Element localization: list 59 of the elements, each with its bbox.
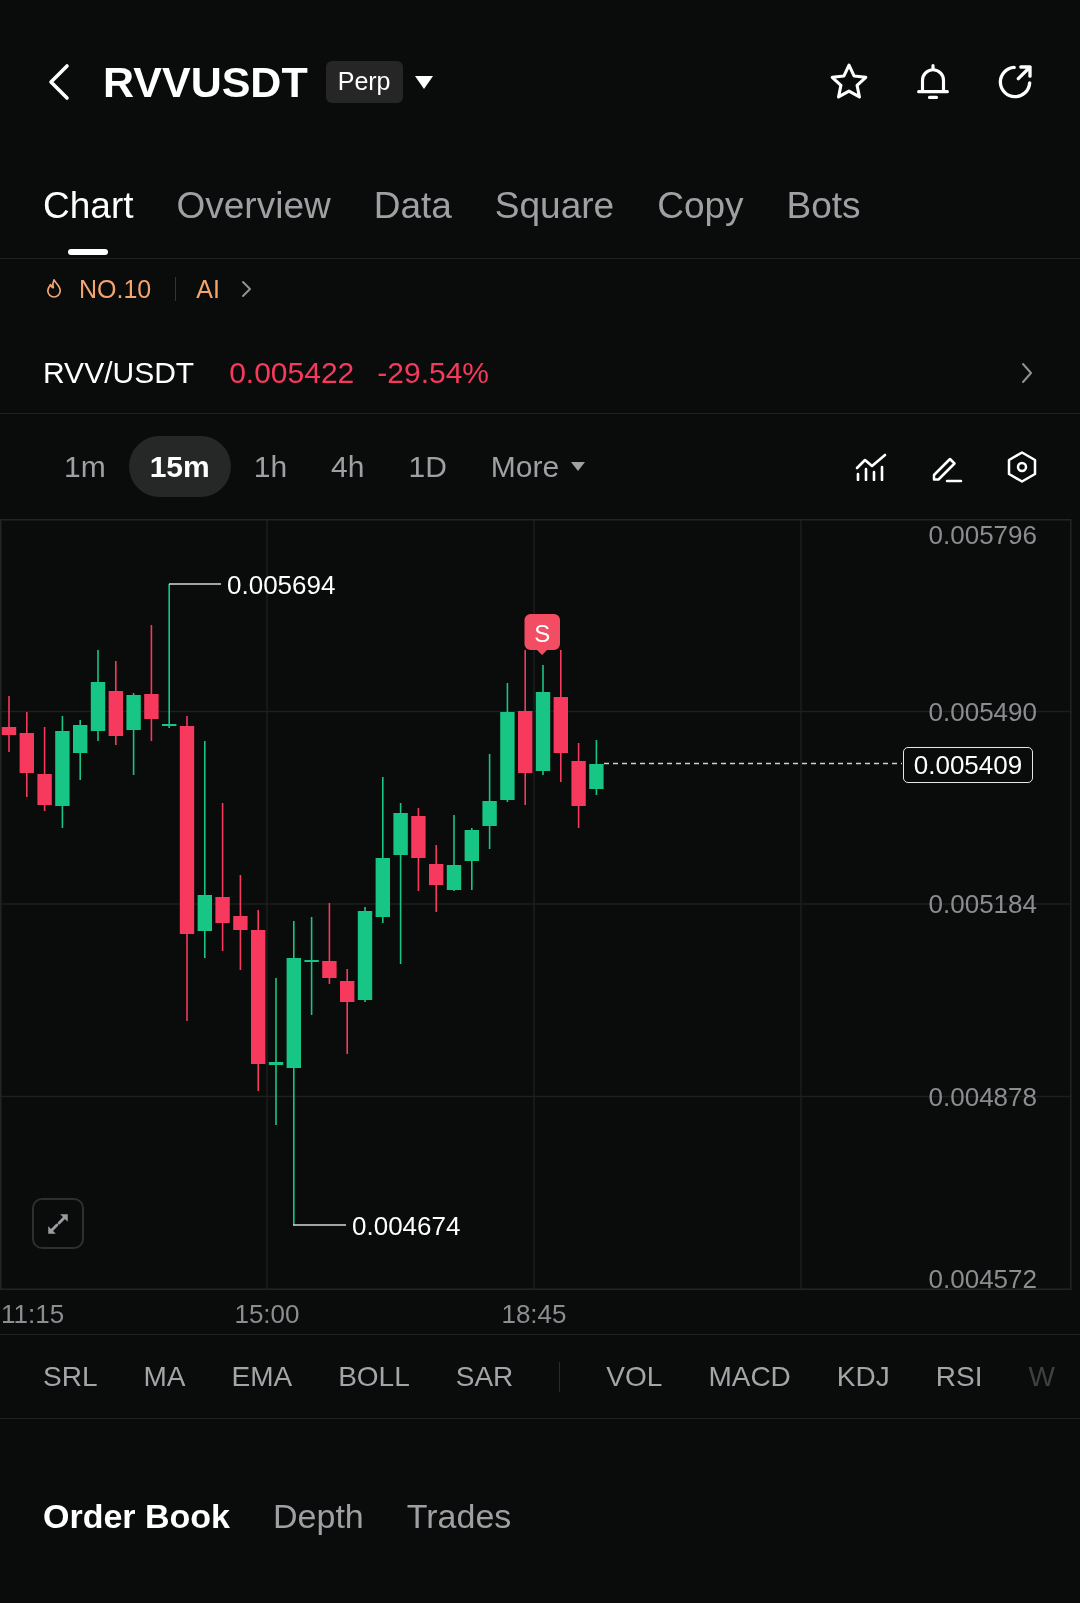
indicator-tab[interactable]: EMA <box>231 1362 293 1391</box>
leader-line <box>168 583 222 585</box>
indicator-tab[interactable]: VOL <box>606 1362 663 1391</box>
pair-title: RVVUSDT <box>103 60 308 104</box>
ranking-link[interactable]: NO.10 <box>45 276 152 302</box>
interval-tab[interactable]: 1D <box>387 436 468 497</box>
indicator-tab[interactable]: KDJ <box>836 1362 890 1391</box>
chevron-right-icon <box>240 280 252 298</box>
tab[interactable]: Data <box>373 184 452 258</box>
time-axis-label: 18:45 <box>501 1299 567 1329</box>
ai-insights-link[interactable]: AI <box>196 276 252 302</box>
book-tab[interactable]: Depth <box>273 1494 364 1538</box>
signal-marker: S <box>524 614 560 655</box>
price-change: -29.54% <box>377 358 490 388</box>
indicator-chart-icon[interactable] <box>855 452 887 481</box>
caret-down-icon[interactable] <box>414 75 433 89</box>
back-icon[interactable] <box>46 63 70 101</box>
candle <box>73 719 88 781</box>
indicator-tab[interactable]: RSI <box>935 1362 983 1391</box>
last-price: 0.005422 <box>229 358 355 388</box>
book-tab[interactable]: Trades <box>406 1494 512 1538</box>
tab[interactable]: Bots <box>786 184 861 258</box>
indicator-tab[interactable]: BOLL <box>338 1362 410 1391</box>
contract-type-selector[interactable]: Perp <box>325 61 403 103</box>
high-price-label: 0.005694 <box>227 570 336 600</box>
expand-button[interactable] <box>32 1198 84 1249</box>
book-tab[interactable]: Order Book <box>43 1494 231 1538</box>
indicator-tab[interactable]: MACD <box>708 1362 791 1391</box>
indicator-tab[interactable]: SAR <box>455 1362 514 1391</box>
hexagon-settings-icon[interactable] <box>1005 449 1039 484</box>
candle <box>589 739 604 796</box>
price-axis-label: 0.004878 <box>928 1081 1037 1112</box>
leader-line <box>292 1224 347 1226</box>
more-intervals-button[interactable]: More <box>469 436 607 497</box>
tab[interactable]: Square <box>494 184 615 258</box>
low-price-label: 0.004674 <box>352 1211 461 1241</box>
pair-name: RVV/USDT <box>43 358 195 388</box>
tab[interactable]: Copy <box>657 184 744 258</box>
last-price-marker: 0.005409 <box>903 747 1033 783</box>
tab[interactable]: Overview <box>176 184 331 258</box>
price-axis-label: 0.004572 <box>928 1264 1037 1294</box>
price-axis-label: 0.005490 <box>928 696 1037 727</box>
interval-tab[interactable]: 4h <box>310 436 386 497</box>
tab[interactable]: Chart <box>43 184 134 258</box>
indicator-tab[interactable]: MA <box>143 1362 186 1391</box>
indicator-tab[interactable]: SRL <box>43 1362 98 1391</box>
price-axis-label: 0.005184 <box>928 889 1037 919</box>
candle <box>429 844 444 913</box>
time-axis-label: 15:00 <box>234 1299 300 1329</box>
chevron-right-icon[interactable] <box>1021 362 1033 384</box>
time-axis-label: 11:15 <box>1 1299 65 1329</box>
candle <box>464 827 479 891</box>
price-axis-label: 0.005796 <box>928 520 1037 550</box>
interval-tab[interactable]: 1m <box>43 436 127 497</box>
flame-icon <box>45 278 63 300</box>
candle <box>1 695 17 753</box>
caret-down-icon <box>571 462 586 471</box>
interval-tab[interactable]: 1h <box>232 436 309 497</box>
interval-tab[interactable]: 15m <box>128 436 231 497</box>
